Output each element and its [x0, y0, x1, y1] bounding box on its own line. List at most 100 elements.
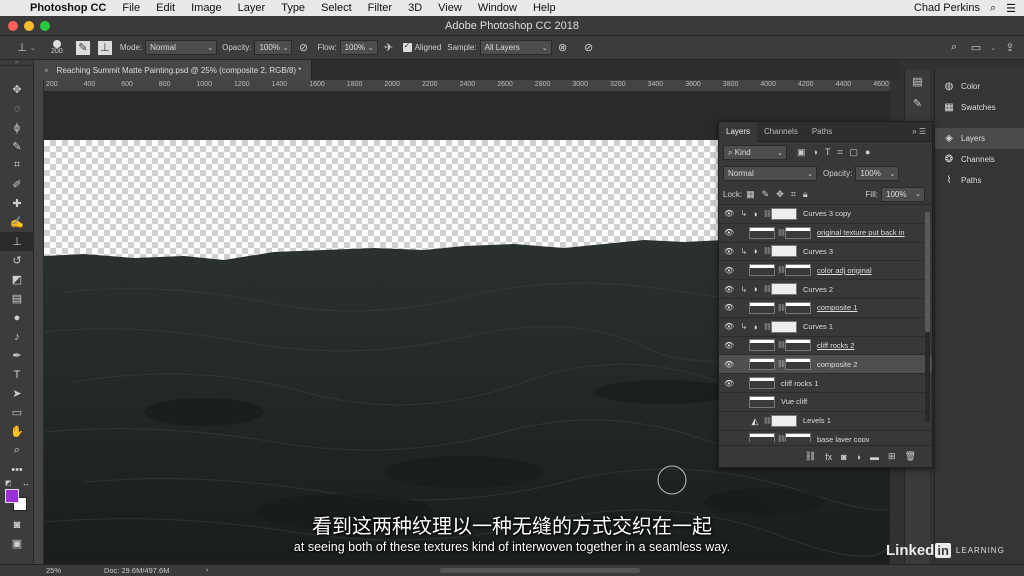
mask-link-icon[interactable]: ⛓: [777, 341, 786, 349]
layer-row[interactable]: ◭ ⛓ Levels 1: [719, 412, 932, 431]
layer-mask-thumbnail[interactable]: [771, 283, 797, 296]
mask-link-icon[interactable]: ⛓: [777, 266, 786, 274]
document-tab[interactable]: × Reaching Summit Matte Painting.psd @ 2…: [34, 60, 313, 80]
clone-stamp-tool-icon[interactable]: ⊥: [0, 232, 34, 251]
visibility-eye-icon[interactable]: 👁︎: [719, 228, 739, 237]
shape-filter-icon[interactable]: ⌗: [837, 147, 842, 158]
panel-menu-icon[interactable]: » ☰: [912, 127, 932, 136]
visibility-eye-icon[interactable]: 👁︎: [719, 285, 739, 294]
layer-thumbnail[interactable]: [749, 395, 775, 408]
layer-thumbnail[interactable]: [749, 301, 775, 314]
gradient-tool-icon[interactable]: ▤: [0, 289, 34, 308]
blur-tool-icon[interactable]: ●: [0, 308, 34, 327]
flow-field[interactable]: 100% ⌄: [339, 40, 378, 55]
horizontal-scrollbar[interactable]: [440, 568, 640, 573]
menu-view[interactable]: View: [430, 2, 470, 14]
brush-tool-icon[interactable]: ✍: [0, 213, 34, 232]
menu-list-icon[interactable]: ☰: [1006, 2, 1016, 15]
menu-image[interactable]: Image: [183, 2, 230, 14]
swap-colors-icon[interactable]: ↔: [22, 479, 30, 488]
menu-type[interactable]: Type: [273, 2, 313, 14]
mask-link-icon[interactable]: ⛓: [777, 435, 786, 442]
visibility-eye-icon[interactable]: 👁︎: [719, 266, 739, 275]
visibility-eye-icon[interactable]: 👁︎: [719, 303, 739, 312]
layer-row[interactable]: 👁︎ ⛓ composite 2: [719, 355, 932, 375]
tab-layers[interactable]: Layers: [719, 121, 758, 142]
dock-item-layers[interactable]: ◈ Layers: [935, 128, 1024, 149]
layer-mask-thumbnail[interactable]: [771, 207, 797, 220]
tool-preset-chevron-icon[interactable]: ⌄: [30, 44, 36, 52]
layer-thumbnail[interactable]: [749, 358, 775, 371]
app-menu[interactable]: Photoshop CC: [28, 2, 114, 14]
layer-row[interactable]: 👁︎ ⛓ composite 1: [719, 299, 932, 318]
eraser-tool-icon[interactable]: ◩: [0, 270, 34, 289]
pen-tool-icon[interactable]: ✒: [0, 346, 34, 365]
horizontal-ruler[interactable]: 200 400 600 800 1000 1200 1400 1600 1800 2000 2200…: [44, 80, 890, 92]
visibility-eye-icon[interactable]: 👁︎: [719, 341, 739, 350]
layer-opacity-field[interactable]: 100% ⌄: [855, 166, 900, 181]
history-brush-tool-icon[interactable]: ↺: [0, 251, 34, 270]
lock-all-icon[interactable]: 🔒︎: [803, 189, 808, 200]
menu-select[interactable]: Select: [313, 2, 360, 14]
menu-window[interactable]: Window: [470, 2, 525, 14]
mask-link-icon[interactable]: ⛓: [763, 285, 772, 293]
lock-transparent-icon[interactable]: ▦: [746, 189, 755, 200]
type-tool-icon[interactable]: T: [0, 365, 34, 384]
layer-row[interactable]: 👁︎ ↳ ◑ ⛓ Curves 2: [719, 280, 932, 299]
eyedropper-tool-icon[interactable]: ✐: [0, 175, 34, 194]
lock-position-icon[interactable]: ✥: [776, 189, 784, 200]
layer-row[interactable]: 👁︎ ↳ ◑ ⛓ Curves 3 copy: [719, 205, 932, 224]
layer-thumbnail[interactable]: [749, 339, 775, 352]
pressure-size-icon[interactable]: ⊘: [581, 40, 597, 56]
layer-thumbnail[interactable]: [749, 226, 775, 239]
search-icon[interactable]: ⌕: [946, 40, 962, 56]
layer-mask-thumbnail[interactable]: [785, 358, 811, 371]
blend-mode-select[interactable]: Normal ⌄: [723, 166, 817, 181]
mask-link-icon[interactable]: ⛓: [763, 247, 772, 255]
menu-file[interactable]: File: [114, 2, 148, 14]
menu-layer[interactable]: Layer: [230, 2, 274, 14]
layer-thumbnail[interactable]: [749, 433, 775, 442]
hand-tool-icon[interactable]: ✋: [0, 422, 34, 441]
workspace-icon[interactable]: ▭: [968, 40, 984, 56]
layer-mask-thumbnail[interactable]: [785, 433, 811, 442]
crop-tool-icon[interactable]: ⌗: [0, 156, 34, 175]
healing-brush-tool-icon[interactable]: ✚: [0, 194, 34, 213]
menu-3d[interactable]: 3D: [400, 2, 430, 14]
brush-settings-icon[interactable]: ✎: [75, 40, 90, 55]
filter-kind-select[interactable]: ⌕ Kind ⌄: [723, 145, 787, 160]
default-colors-icon[interactable]: ◩: [5, 479, 12, 487]
zoom-level[interactable]: 25%: [46, 566, 61, 575]
layer-mask-thumbnail[interactable]: [771, 320, 797, 333]
layer-style-icon[interactable]: fx: [825, 452, 832, 462]
layer-mask-thumbnail[interactable]: [785, 226, 811, 239]
lock-artboard-icon[interactable]: ⌗: [791, 189, 796, 200]
spotlight-search-icon[interactable]: ⌕: [990, 2, 996, 15]
ignore-adjustment-layers-icon[interactable]: ⊗: [555, 40, 571, 56]
zoom-tool-icon[interactable]: ⌕: [0, 441, 34, 460]
opacity-field[interactable]: 100% ⌄: [254, 40, 293, 55]
layer-row[interactable]: 👁︎ ⛓ color adj original: [719, 261, 932, 281]
menu-filter[interactable]: Filter: [360, 2, 400, 14]
layer-mask-thumbnail[interactable]: [785, 301, 811, 314]
status-expand-icon[interactable]: ›: [206, 565, 209, 574]
layer-mask-thumbnail[interactable]: [785, 264, 811, 277]
layer-row[interactable]: 👁︎ ↳ ◑ ⛓ Curves 1: [719, 318, 932, 337]
aligned-checkbox[interactable]: ✓: [402, 41, 412, 52]
lock-image-icon[interactable]: ✎: [762, 189, 770, 200]
layers-scrollbar-thumb[interactable]: [925, 212, 930, 332]
tab-paths[interactable]: Paths: [805, 122, 839, 142]
layer-mask-thumbnail[interactable]: [771, 414, 797, 427]
mask-link-icon[interactable]: ⛓: [763, 323, 772, 331]
layer-row[interactable]: 👁︎ ⛓ original texture put back in: [719, 224, 932, 243]
dodge-tool-icon[interactable]: ♪: [0, 327, 34, 346]
sample-select[interactable]: All Layers ⌄: [479, 40, 552, 55]
layer-thumbnail[interactable]: [749, 377, 775, 390]
brush-panel-icon[interactable]: ✎: [905, 92, 930, 114]
mask-link-icon[interactable]: ⛓: [763, 417, 772, 425]
dock-item-color[interactable]: ◍ Color: [935, 76, 1024, 97]
minimize-window-icon[interactable]: [24, 21, 34, 31]
quick-select-tool-icon[interactable]: ✎: [0, 137, 34, 156]
layer-row[interactable]: ⛓ base layer copy: [719, 431, 932, 442]
path-select-tool-icon[interactable]: ➤: [0, 384, 34, 403]
